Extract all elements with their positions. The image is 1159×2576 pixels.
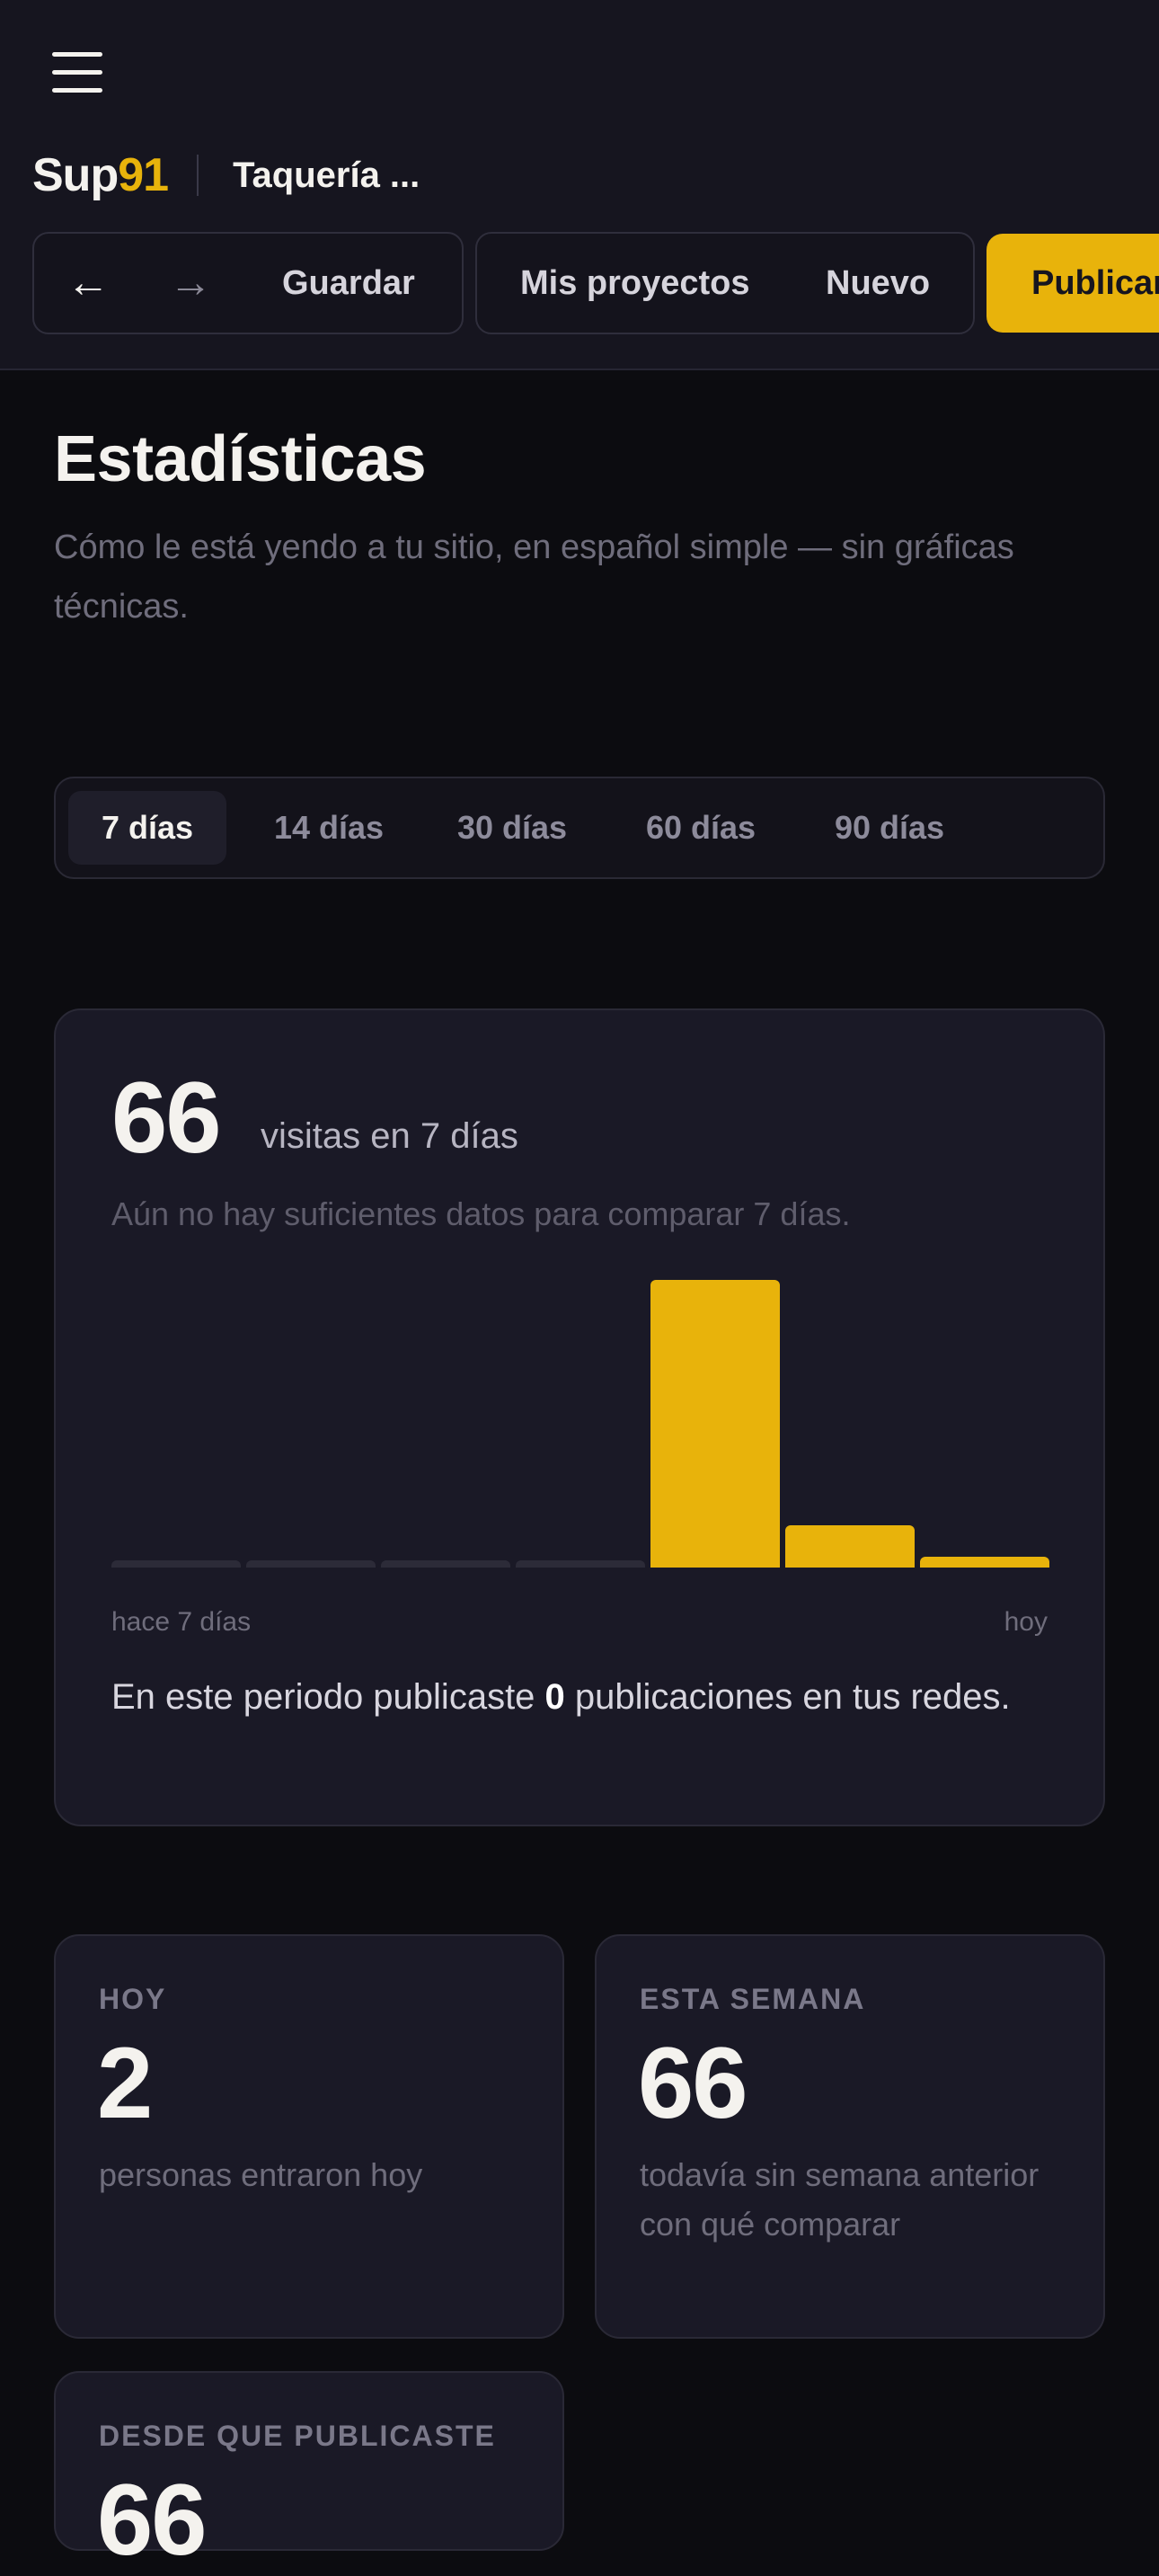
save-button[interactable]: Guardar — [282, 234, 415, 333]
page-subtitle: Cómo le está yendo a tu sitio, en españo… — [54, 529, 1014, 626]
page-title: Estadísticas — [54, 423, 427, 495]
chart-bar — [246, 1560, 376, 1568]
hamburger-menu-icon[interactable] — [52, 52, 102, 93]
range-tabs: 7 días 14 días 30 días 60 días 90 días — [54, 777, 1105, 879]
tab-60-days[interactable]: 60 días — [618, 791, 783, 865]
axis-end-label: hoy — [1004, 1607, 1048, 1637]
new-button[interactable]: Nuevo — [826, 234, 930, 333]
tab-14-days[interactable]: 14 días — [248, 791, 410, 865]
visits-label: visitas en 7 días — [261, 1116, 518, 1156]
publish-button[interactable]: Publicar — [986, 234, 1159, 333]
posts-count: 0 — [544, 1677, 565, 1717]
visits-bar-chart — [111, 1280, 1049, 1693]
posts-summary: En este periodo publicaste 0 publicacion… — [111, 1677, 1011, 1717]
stat-value: 2 — [97, 2027, 153, 2139]
logo[interactable]: Sup91 — [32, 148, 169, 202]
stat-card-since-published: DESDE QUE PUBLICASTE 66 — [54, 2371, 564, 2574]
forward-arrow-icon[interactable]: → — [169, 234, 212, 333]
visits-count: 66 — [111, 1061, 222, 1174]
chart-bar — [650, 1280, 780, 1568]
stat-card-this-week: ESTA SEMANA 66 todavía sin semana anteri… — [595, 1934, 1105, 2339]
stat-description: todavía sin semana anterior con qué comp… — [640, 2156, 1040, 2243]
site-name[interactable]: Taquería ... — [233, 155, 420, 196]
visits-summary-card: 66 visitas en 7 días Aún no hay suficien… — [54, 1008, 1105, 1826]
chart-bar — [920, 1557, 1049, 1568]
stat-card-today: HOY 2 personas entraron hoy — [54, 1934, 564, 2339]
chart-bar — [785, 1525, 915, 1568]
tab-7-days[interactable]: 7 días — [68, 791, 226, 865]
tab-30-days[interactable]: 30 días — [429, 791, 595, 865]
compare-note: Aún no hay suficientes datos para compar… — [111, 1195, 851, 1232]
stat-value: 66 — [638, 2027, 748, 2139]
history-save-group: ← → Guardar — [32, 232, 464, 334]
axis-start-label: hace 7 días — [111, 1607, 252, 1637]
brand-divider — [197, 155, 199, 196]
chart-bar — [111, 1560, 241, 1568]
my-projects-button[interactable]: Mis proyectos — [520, 234, 750, 333]
stat-label: DESDE QUE PUBLICASTE — [99, 2420, 496, 2452]
stat-value: 66 — [97, 2464, 208, 2576]
top-bar: Sup91 Taquería ... ← → Guardar Mis proye… — [0, 0, 1159, 370]
stat-description: personas entraron hoy — [99, 2156, 423, 2193]
chart-bar — [516, 1560, 645, 1568]
brand: Sup91 Taquería ... — [32, 144, 420, 207]
tab-90-days[interactable]: 90 días — [807, 791, 972, 865]
stat-label: HOY — [99, 1983, 167, 2015]
project-group: Mis proyectos Nuevo — [475, 232, 975, 334]
back-arrow-icon[interactable]: ← — [66, 234, 110, 333]
stat-label: ESTA SEMANA — [640, 1983, 866, 2015]
chart-bar — [381, 1560, 510, 1568]
